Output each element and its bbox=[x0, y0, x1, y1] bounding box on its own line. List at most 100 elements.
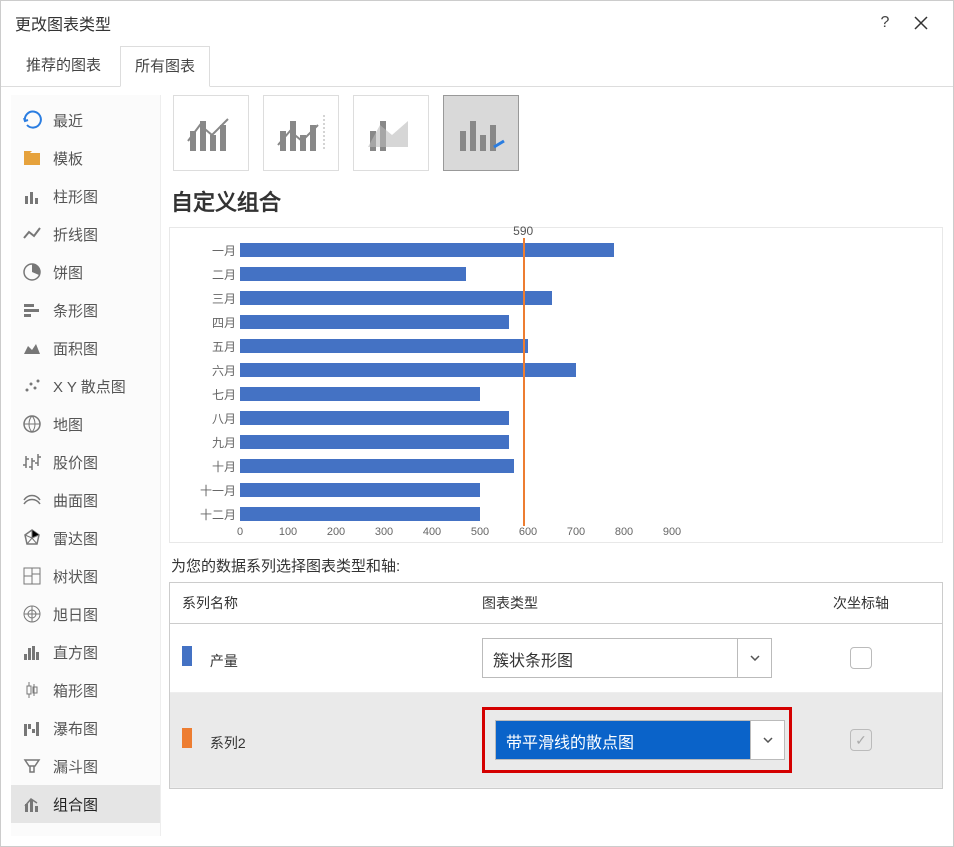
sidebar-item-scatter[interactable]: X Y 散点图 bbox=[11, 367, 160, 405]
bar-row: 四月 bbox=[240, 310, 672, 334]
titlebar: 更改图表类型 ? bbox=[1, 1, 953, 45]
sidebar-item-boxplot[interactable]: 箱形图 bbox=[11, 671, 160, 709]
chart-type-value: 带平滑线的散点图 bbox=[496, 721, 750, 759]
secondary-axis-cell bbox=[792, 647, 930, 669]
x-tick: 700 bbox=[567, 526, 585, 538]
series-color-swatch bbox=[182, 728, 192, 748]
bar bbox=[240, 315, 509, 329]
bar-row: 十一月 bbox=[240, 478, 672, 502]
sidebar-item-pie[interactable]: 饼图 bbox=[11, 253, 160, 291]
bar bbox=[240, 291, 552, 305]
bar bbox=[240, 459, 514, 473]
series-name-cell: 产量 bbox=[182, 646, 482, 671]
sidebar-item-treemap[interactable]: 树状图 bbox=[11, 557, 160, 595]
bar-category-label: 八月 bbox=[192, 410, 236, 427]
secondary-axis-cell: ✓ bbox=[792, 729, 930, 751]
bar bbox=[240, 243, 614, 257]
tab-bar: 推荐的图表 所有图表 bbox=[1, 45, 953, 87]
header-series-name: 系列名称 bbox=[170, 583, 470, 623]
sidebar-item-label: 曲面图 bbox=[53, 490, 98, 511]
sidebar-item-column[interactable]: 柱形图 bbox=[11, 177, 160, 215]
sidebar-item-label: 地图 bbox=[53, 414, 83, 435]
waterfall-icon bbox=[21, 717, 43, 739]
bar bbox=[240, 435, 509, 449]
series-row-1: 系列2 带平滑线的散点图 ✓ bbox=[170, 693, 942, 788]
bar-row: 三月 bbox=[240, 286, 672, 310]
sidebar-item-waterfall[interactable]: 瀑布图 bbox=[11, 709, 160, 747]
close-icon bbox=[914, 16, 928, 30]
tab-all-charts[interactable]: 所有图表 bbox=[120, 46, 210, 87]
bar-category-label: 一月 bbox=[192, 242, 236, 259]
secondary-axis-checkbox[interactable] bbox=[850, 647, 872, 669]
sidebar-item-label: 漏斗图 bbox=[53, 756, 98, 777]
dialog-title: 更改图表类型 bbox=[15, 11, 111, 35]
chevron-down-icon[interactable] bbox=[737, 639, 771, 677]
combo-subtype-3[interactable] bbox=[443, 95, 519, 171]
sidebar-item-map[interactable]: 地图 bbox=[11, 405, 160, 443]
series-type-cell: 带平滑线的散点图 bbox=[482, 707, 792, 773]
combo-subtype-1[interactable] bbox=[263, 95, 339, 171]
bar-category-label: 六月 bbox=[192, 362, 236, 379]
bar-category-label: 二月 bbox=[192, 266, 236, 283]
bar-category-label: 七月 bbox=[192, 386, 236, 403]
combo-subtype-2[interactable] bbox=[353, 95, 429, 171]
sidebar-item-label: 雷达图 bbox=[53, 528, 98, 549]
sidebar-item-combo[interactable]: 组合图 bbox=[11, 785, 160, 823]
bar bbox=[240, 411, 509, 425]
chevron-down-icon[interactable] bbox=[750, 721, 784, 759]
change-chart-type-dialog: 更改图表类型 ? 推荐的图表 所有图表 最近 模板 柱形图 折线图 饼图 bbox=[0, 0, 954, 847]
x-tick: 900 bbox=[663, 526, 681, 538]
header-secondary-axis: 次坐标轴 bbox=[780, 583, 942, 623]
scatter-icon bbox=[21, 375, 43, 397]
x-tick: 200 bbox=[327, 526, 345, 538]
reference-line bbox=[523, 238, 525, 526]
series-table: 系列名称 图表类型 次坐标轴 产量 簇状条形图 bbox=[169, 582, 943, 789]
histogram-icon bbox=[21, 641, 43, 663]
series-row-0: 产量 簇状条形图 bbox=[170, 624, 942, 693]
chart-category-sidebar: 最近 模板 柱形图 折线图 饼图 条形图 面积图 X Y 散点图 bbox=[11, 95, 161, 836]
sidebar-item-surface[interactable]: 曲面图 bbox=[11, 481, 160, 519]
sidebar-item-label: 股价图 bbox=[53, 452, 98, 473]
sidebar-item-template[interactable]: 模板 bbox=[11, 139, 160, 177]
bar bbox=[240, 507, 480, 521]
bar-row: 十月 bbox=[240, 454, 672, 478]
bar-category-label: 十月 bbox=[192, 458, 236, 475]
sidebar-item-label: 瀑布图 bbox=[53, 718, 98, 739]
sidebar-item-line[interactable]: 折线图 bbox=[11, 215, 160, 253]
sidebar-item-area[interactable]: 面积图 bbox=[11, 329, 160, 367]
bar-row: 二月 bbox=[240, 262, 672, 286]
series-type-cell: 簇状条形图 bbox=[482, 638, 792, 678]
treemap-icon bbox=[21, 565, 43, 587]
map-icon bbox=[21, 413, 43, 435]
sidebar-item-funnel[interactable]: 漏斗图 bbox=[11, 747, 160, 785]
sidebar-item-radar[interactable]: 雷达图 bbox=[11, 519, 160, 557]
sidebar-item-stock[interactable]: 股价图 bbox=[11, 443, 160, 481]
funnel-icon bbox=[21, 755, 43, 777]
sidebar-item-histogram[interactable]: 直方图 bbox=[11, 633, 160, 671]
bar-row: 十二月 bbox=[240, 502, 672, 526]
tab-recommended[interactable]: 推荐的图表 bbox=[11, 45, 116, 86]
combo-icon bbox=[21, 793, 43, 815]
help-button[interactable]: ? bbox=[867, 5, 903, 41]
sidebar-item-label: 直方图 bbox=[53, 642, 98, 663]
bar-category-label: 四月 bbox=[192, 314, 236, 331]
sidebar-item-sunburst[interactable]: 旭日图 bbox=[11, 595, 160, 633]
bar-row: 七月 bbox=[240, 382, 672, 406]
bar bbox=[240, 267, 466, 281]
chart-type-dropdown[interactable]: 带平滑线的散点图 bbox=[495, 720, 785, 760]
chart-type-dropdown[interactable]: 簇状条形图 bbox=[482, 638, 772, 678]
bar-category-label: 五月 bbox=[192, 338, 236, 355]
secondary-axis-checkbox[interactable]: ✓ bbox=[850, 729, 872, 751]
bar bbox=[240, 339, 528, 353]
sidebar-item-recent[interactable]: 最近 bbox=[11, 101, 160, 139]
main-panel: 自定义组合 一月 二月 三月 四月 五月 六月 七月 bbox=[169, 95, 943, 836]
bar-row: 六月 bbox=[240, 358, 672, 382]
combo-subtype-0[interactable] bbox=[173, 95, 249, 171]
sidebar-item-label: 折线图 bbox=[53, 224, 98, 245]
close-button[interactable] bbox=[903, 5, 939, 41]
bar-category-label: 十一月 bbox=[192, 482, 236, 499]
line-icon bbox=[21, 223, 43, 245]
sidebar-item-bar[interactable]: 条形图 bbox=[11, 291, 160, 329]
series-caption: 为您的数据系列选择图表类型和轴: bbox=[169, 543, 943, 582]
bar-category-label: 十二月 bbox=[192, 506, 236, 523]
